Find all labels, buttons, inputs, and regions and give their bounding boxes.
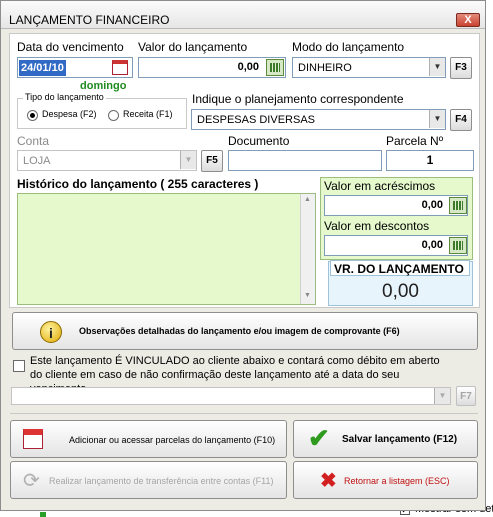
close-icon: ✖ [320,470,337,492]
discounts-field[interactable]: 0,00 [324,235,468,256]
due-date-label: Data do vencimento [17,40,124,54]
calculator-icon[interactable] [266,59,284,76]
calendar-icon [23,429,43,449]
scroll-up-icon[interactable]: ▲ [304,196,311,203]
mode-select[interactable]: DINHEIRO ▼ [292,57,446,78]
linked-client-checkbox[interactable] [13,360,25,372]
client-shortcut-button[interactable]: F7 [456,386,476,406]
amount-label: Valor do lançamento [138,40,248,54]
client-select[interactable]: ▼ [11,387,451,405]
history-scrollbar[interactable]: ▲ ▼ [300,194,315,304]
amount-value: 0,00 [237,61,259,73]
account-value: LOJA [23,155,51,167]
account-shortcut-button[interactable]: F5 [201,150,223,172]
income-label: Receita (F1) [123,109,173,119]
weekday-label: domingo [80,80,127,92]
installment-label: Parcela Nº [386,134,444,148]
planning-value: DESPESAS DIVERSAS [197,114,315,126]
mode-value: DINHEIRO [298,62,352,74]
income-radio[interactable] [108,110,119,121]
history-label: Histórico do lançamento ( 255 caracteres… [17,177,259,191]
calculator-icon[interactable] [449,237,467,254]
total-value: 0,00 [382,281,419,302]
planning-select[interactable]: DESPESAS DIVERSAS ▼ [191,109,446,130]
chevron-down-icon[interactable]: ▼ [180,151,196,169]
installment-value: 1 [426,153,434,167]
transfer-button[interactable]: ⟳ Realizar lançamento de transferência e… [10,461,287,499]
window-title: LANÇAMENTO FINANCEIRO [9,13,170,27]
mode-shortcut-button[interactable]: F3 [450,57,472,79]
save-label: Salvar lançamento (F12) [342,434,458,445]
transfer-arrows-icon: ⟳ [23,470,40,492]
scroll-down-icon[interactable]: ▼ [304,292,311,299]
back-button[interactable]: ✖ Retornar a listagem (ESC) [293,461,478,499]
close-button[interactable]: X [456,13,480,27]
history-textarea[interactable]: ▲ ▼ [17,193,316,305]
expense-label: Despesa (F2) [42,109,97,119]
due-date-field[interactable]: 24/01/10 [17,57,133,78]
back-label: Retornar a listagem (ESC) [344,476,450,486]
additions-label: Valor em acréscimos [324,179,436,193]
additions-value: 0,00 [421,199,443,211]
document-field[interactable] [228,150,382,171]
chevron-down-icon[interactable]: ▼ [434,388,450,404]
mode-label: Modo do lançamento [292,40,405,54]
due-date-value: 24/01/10 [19,60,66,76]
type-group-label: Tipo do lançamento [23,92,106,102]
observations-label: Observações detalhadas do lançamento e/o… [79,326,400,336]
total-label: VR. DO LANÇAMENTO [334,262,464,276]
account-select[interactable]: LOJA ▼ [17,150,197,171]
discounts-label: Valor em descontos [324,219,430,233]
account-label: Conta [17,134,50,148]
info-icon: i [40,321,62,343]
discounts-value: 0,00 [421,239,443,251]
observations-button[interactable]: i Observações detalhadas do lançamento e… [12,312,478,350]
calculator-icon[interactable] [449,197,467,214]
installment-field[interactable]: 1 [386,150,474,171]
checkmark-icon: ✔ [308,423,330,453]
save-button[interactable]: ✔ Salvar lançamento (F12) [293,420,478,458]
amount-field[interactable]: 0,00 [138,57,286,78]
planning-shortcut-button[interactable]: F4 [450,109,472,131]
installments-button[interactable]: Adicionar ou acessar parcelas do lançame… [10,420,287,458]
calendar-icon[interactable] [112,60,128,75]
installments-label: Adicionar ou acessar parcelas do lançame… [69,435,276,445]
planning-label: Indique o planejamento correspondente [192,92,404,106]
chevron-down-icon[interactable]: ▼ [429,58,445,76]
background-green-dot [40,512,46,517]
divider [10,413,478,414]
chevron-down-icon[interactable]: ▼ [429,110,445,128]
transfer-label: Realizar lançamento de transferência ent… [49,476,274,486]
document-label: Documento [228,134,290,148]
additions-field[interactable]: 0,00 [324,195,468,216]
expense-radio[interactable] [27,110,38,121]
